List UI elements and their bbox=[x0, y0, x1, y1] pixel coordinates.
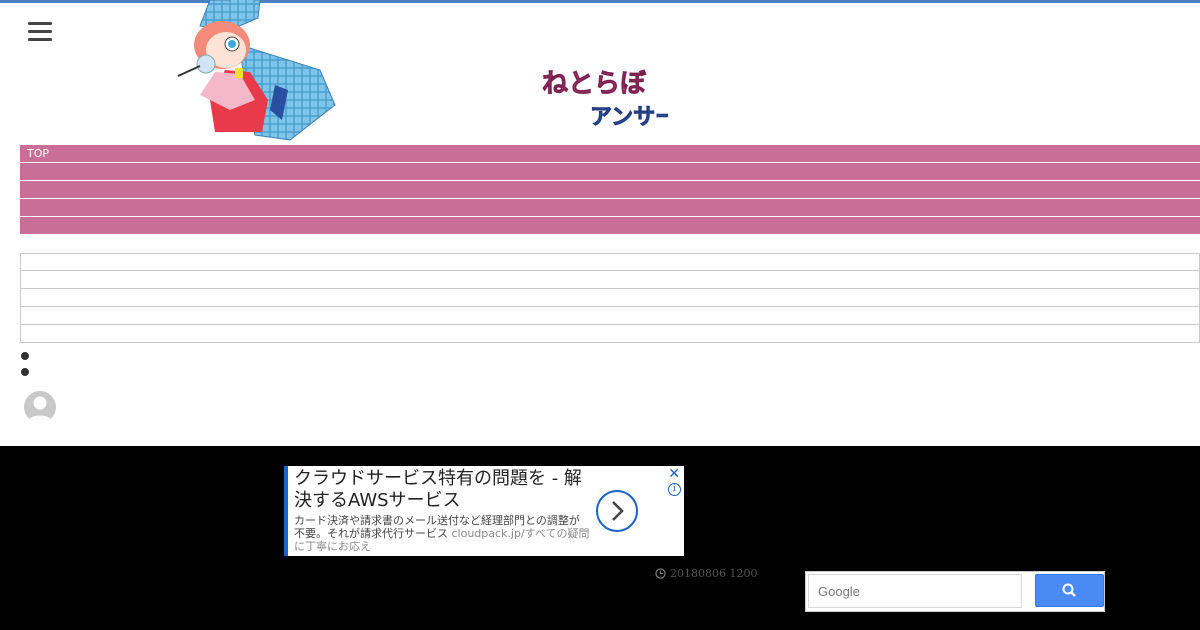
nav-item[interactable] bbox=[20, 181, 1200, 198]
svg-text:アンサー: アンサー bbox=[590, 105, 668, 130]
chevron-right-icon bbox=[612, 501, 624, 521]
bullet-list bbox=[21, 352, 29, 384]
ad-title[interactable]: クラウドサービス特有の問題を - 解決するAWSサービス bbox=[294, 468, 584, 512]
search-icon bbox=[1062, 583, 1076, 597]
nav-item-top[interactable]: TOP bbox=[20, 145, 1200, 162]
bullet-dot bbox=[21, 352, 29, 360]
post-date: 20180806 1200 bbox=[655, 567, 757, 580]
svg-text:ねとらぼ: ねとらぼ bbox=[542, 69, 647, 99]
date-text: 20180806 1200 bbox=[670, 567, 758, 580]
search-button[interactable] bbox=[1035, 574, 1104, 607]
ad-description: カード決済や請求書のメール送付など経理部門との調整が不要。それが請求代行サービス… bbox=[294, 514, 590, 553]
mascot-illustration bbox=[177, 0, 336, 141]
chevron-right-button[interactable] bbox=[596, 490, 638, 532]
nav-item[interactable] bbox=[20, 199, 1200, 216]
google-search-box bbox=[805, 571, 1105, 612]
footer: クラウドサービス特有の問題を - 解決するAWSサービス カード決済や請求書のメ… bbox=[0, 446, 1200, 630]
close-icon[interactable]: ✕ bbox=[668, 466, 680, 482]
list-item[interactable] bbox=[20, 307, 1200, 325]
search-input[interactable] bbox=[808, 574, 1022, 608]
list-item[interactable] bbox=[20, 325, 1200, 343]
list-item[interactable] bbox=[20, 271, 1200, 289]
info-icon[interactable]: i bbox=[668, 483, 681, 496]
global-nav: TOP bbox=[20, 145, 1200, 235]
user-silhouette-icon bbox=[27, 396, 53, 423]
nav-item[interactable] bbox=[20, 217, 1200, 234]
bullet-dot bbox=[21, 368, 29, 376]
list-item[interactable] bbox=[20, 253, 1200, 271]
hamburger-menu-icon[interactable] bbox=[28, 22, 52, 44]
clock-icon bbox=[655, 568, 666, 579]
nav-item[interactable] bbox=[20, 163, 1200, 180]
ad-banner[interactable]: クラウドサービス特有の問題を - 解決するAWSサービス カード決済や請求書のメ… bbox=[284, 466, 684, 556]
site-logo[interactable]: ねとらぼ アンサー bbox=[538, 62, 668, 134]
list-item[interactable] bbox=[20, 289, 1200, 307]
avatar[interactable] bbox=[24, 391, 56, 423]
content-list bbox=[20, 253, 1200, 343]
